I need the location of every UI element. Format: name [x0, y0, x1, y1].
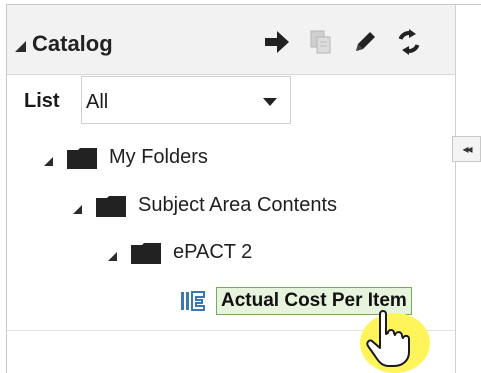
chevron-down-icon [263, 98, 277, 106]
collapse-pane-button[interactable]: ◂◂ [452, 136, 481, 162]
tree-node-label: Subject Area Contents [138, 194, 338, 216]
copy-icon [310, 30, 331, 54]
refresh-icon [398, 29, 420, 55]
open-arrow-button[interactable] [262, 27, 292, 57]
expand-triangle-icon[interactable] [108, 252, 117, 261]
folder-icon [96, 195, 126, 217]
catalog-toolbar [262, 27, 424, 57]
list-filter-select[interactable]: All [81, 76, 291, 124]
catalog-header: Catalog [7, 5, 455, 75]
expand-triangle-icon[interactable] [44, 157, 53, 166]
tree-node-subject-area-contents[interactable]: Subject Area Contents [73, 194, 337, 217]
catalog-title-label: Catalog [32, 31, 113, 56]
tree-node-label: ePACT 2 [173, 241, 253, 263]
refresh-button[interactable] [394, 27, 424, 57]
pencil-icon [356, 32, 375, 51]
pane-splitter[interactable] [455, 5, 481, 373]
hand-cursor-icon [366, 310, 410, 367]
tree-node-my-folders[interactable]: My Folders [44, 146, 208, 169]
expand-triangle-icon[interactable] [73, 205, 82, 214]
copy-button[interactable] [306, 27, 336, 57]
edit-button[interactable] [350, 27, 380, 57]
folder-icon [67, 147, 97, 169]
double-left-arrow-icon: ◂◂ [462, 142, 472, 156]
catalog-title[interactable]: Catalog [15, 31, 113, 57]
collapse-triangle-icon[interactable] [15, 40, 26, 52]
list-filter-row: List All [7, 76, 455, 124]
list-label: List [24, 90, 60, 112]
arrow-right-icon [265, 31, 289, 53]
folder-icon [131, 242, 161, 264]
list-filter-value: All [86, 91, 109, 113]
tree-node-label: My Folders [109, 146, 208, 168]
analysis-icon [181, 291, 205, 311]
tree-node-epact-2[interactable]: ePACT 2 [108, 241, 252, 264]
